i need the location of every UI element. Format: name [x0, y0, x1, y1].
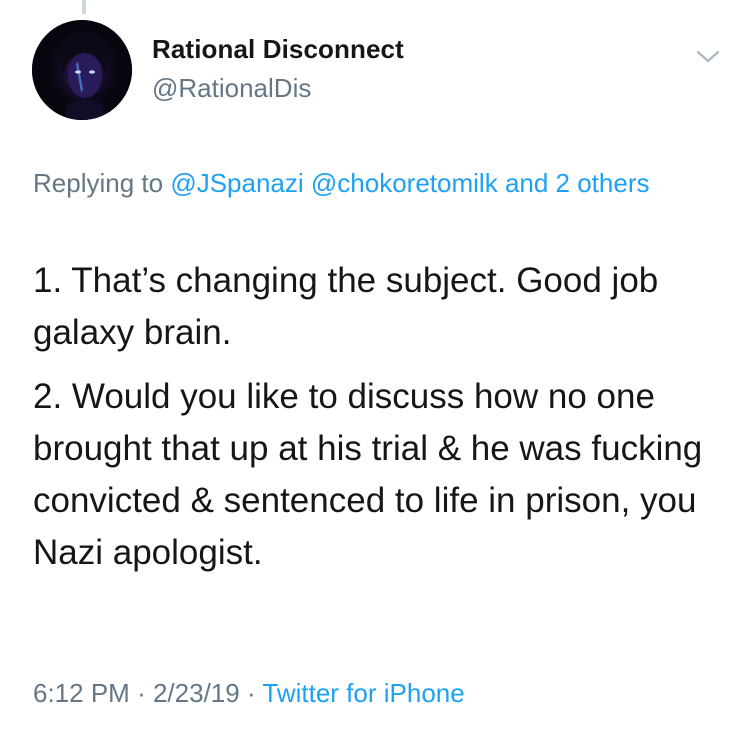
tweet-source-link[interactable]: Twitter for iPhone	[262, 678, 464, 708]
tweet-paragraph-1: 1. That’s changing the subject. Good job…	[33, 261, 659, 352]
replying-to-label: Replying to	[33, 168, 164, 198]
meta-separator: ·	[137, 678, 146, 708]
tweet-menu-button[interactable]	[694, 46, 722, 66]
tweet-body: 1. That’s changing the subject. Good job…	[33, 255, 733, 591]
tweet-metadata: 6:12 PM · 2/23/19 · Twitter for iPhone	[33, 678, 465, 709]
tweet-date[interactable]: 2/23/19	[153, 678, 240, 708]
avatar-photo-icon	[32, 20, 132, 120]
tweet-paragraph-2: 2. Would you like to discuss how no one …	[33, 377, 703, 572]
reply-mention-chokoretomilk[interactable]: @chokoretomilk	[311, 168, 498, 198]
meta-separator: ·	[246, 678, 256, 708]
chevron-down-icon	[696, 50, 720, 63]
reply-mention-others[interactable]: and 2 others	[505, 168, 650, 198]
thread-connector-line	[82, 0, 86, 14]
replying-to-line: Replying to @JSpanazi @chokoretomilk and…	[33, 163, 713, 203]
author-handle[interactable]: @RationalDis	[152, 73, 311, 104]
avatar[interactable]	[32, 20, 132, 120]
reply-mention-jspanazi[interactable]: @JSpanazi	[170, 168, 303, 198]
author-name[interactable]: Rational Disconnect	[152, 34, 404, 65]
tweet-time[interactable]: 6:12 PM	[33, 678, 130, 708]
